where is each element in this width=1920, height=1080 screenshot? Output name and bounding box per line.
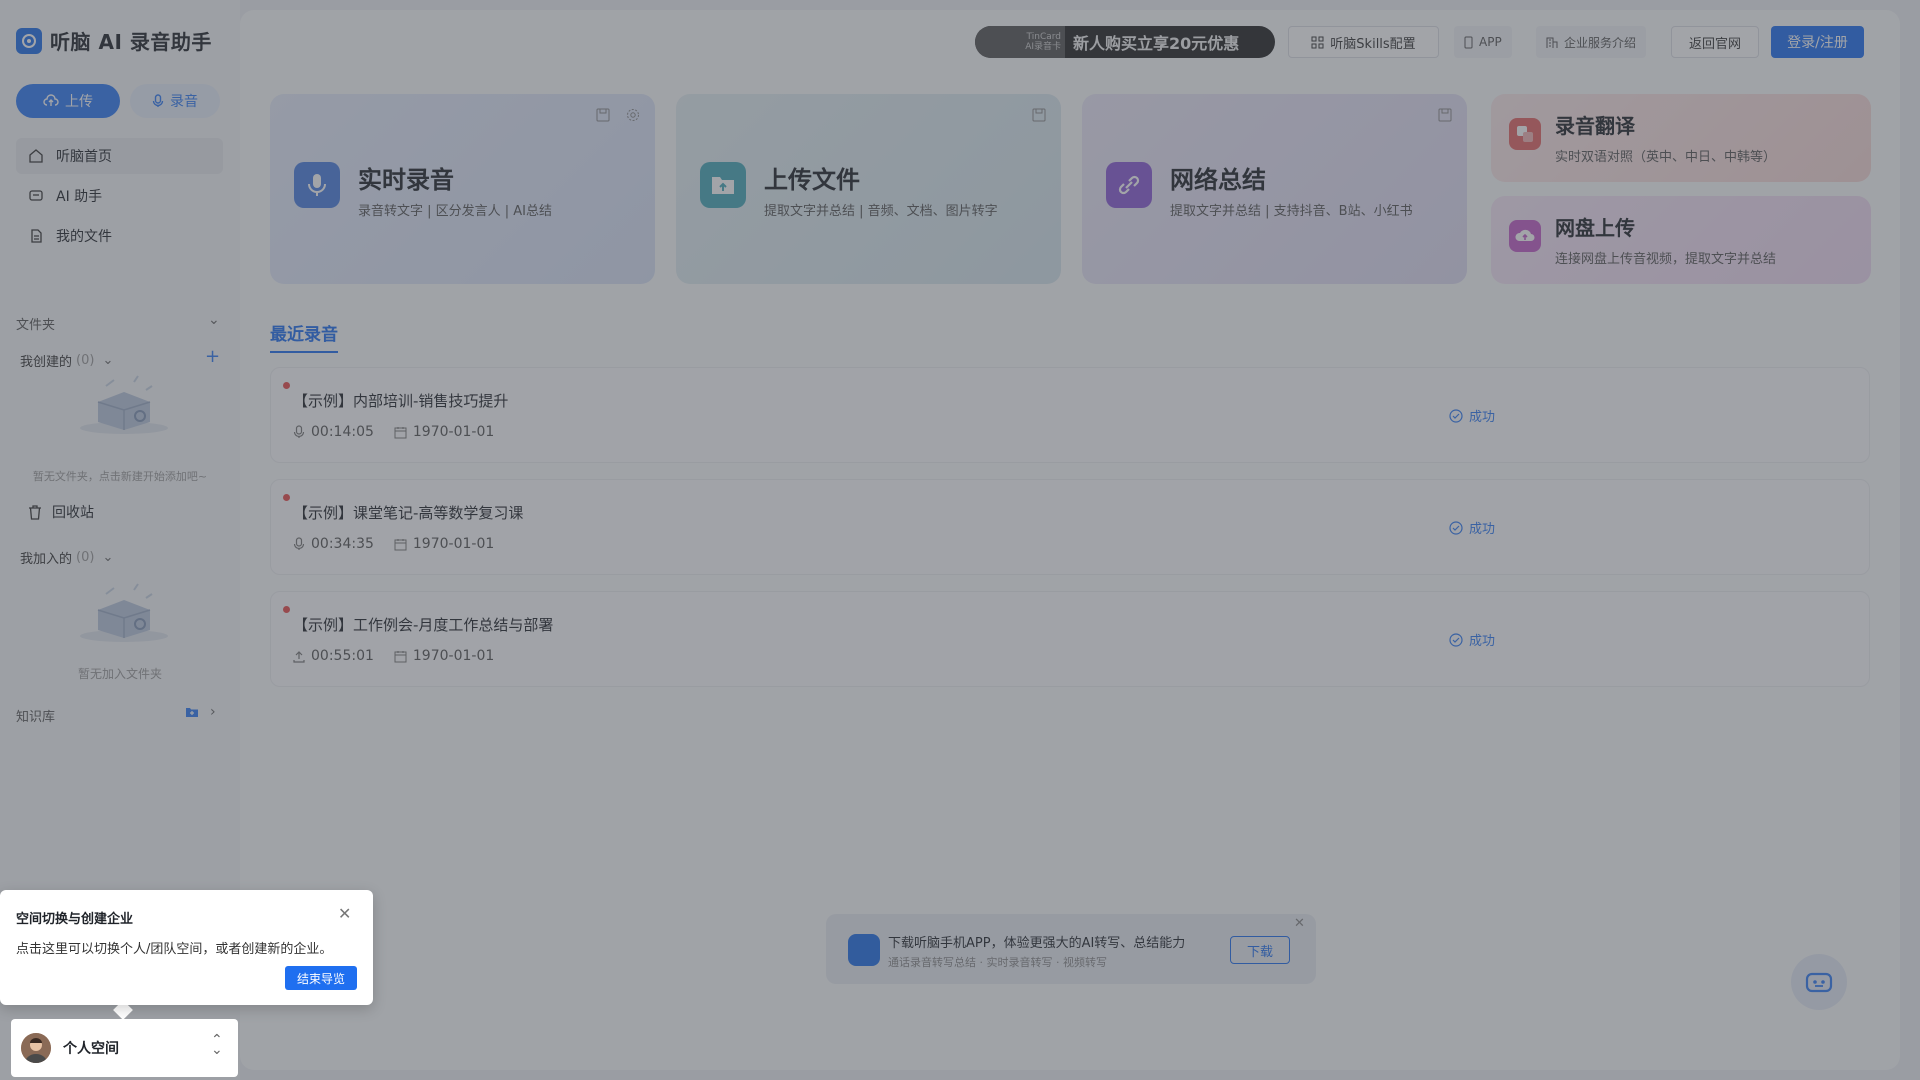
end-tour-label: 结束导览	[296, 971, 345, 986]
avatar	[21, 1033, 51, 1063]
space-label: 个人空间	[63, 1041, 119, 1057]
tour-title: 空间切换与创建企业	[16, 912, 134, 927]
end-tour-button[interactable]: 结束导览	[285, 966, 357, 990]
close-icon[interactable]: ✕	[338, 904, 351, 923]
space-switcher[interactable]: 个人空间 ⌃ ⌄	[11, 1019, 238, 1077]
switch-arrows-icon: ⌃ ⌄	[211, 1032, 223, 1058]
tour-popover: 空间切换与创建企业 ✕ 点击这里可以切换个人/团队空间，或者创建新的企业。 结束…	[0, 890, 373, 1005]
tour-text: 点击这里可以切换个人/团队空间，或者创建新的企业。	[16, 942, 333, 957]
